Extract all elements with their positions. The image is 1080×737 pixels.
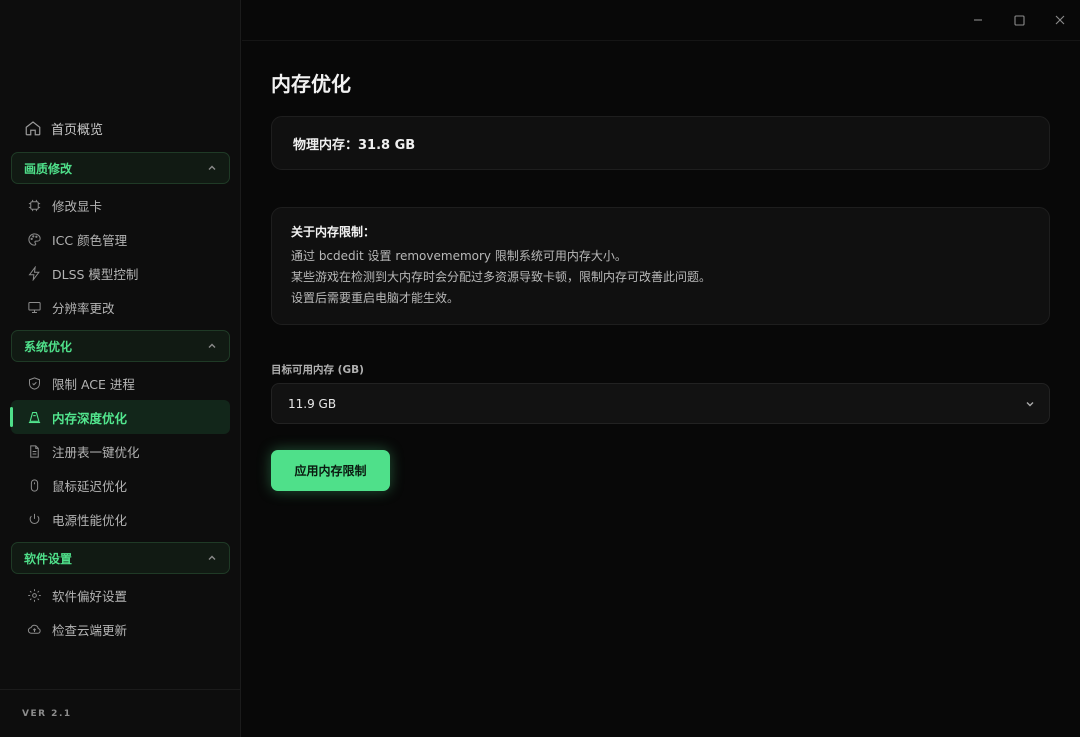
info-title: 关于内存限制： — [291, 225, 376, 239]
sidebar-item-label: 电源性能优化 — [52, 512, 128, 528]
group-label: 系统优化 — [24, 339, 73, 354]
version-label: VER 2.1 — [0, 689, 240, 737]
minimize-button[interactable] — [966, 8, 990, 32]
close-icon — [1055, 15, 1065, 25]
sidebar-item-icc-color[interactable]: ICC 颜色管理 — [11, 222, 230, 256]
chevron-up-icon — [208, 555, 216, 560]
mouse-icon — [30, 478, 39, 492]
chevron-up-icon — [208, 165, 216, 170]
sidebar-item-registry[interactable]: 注册表一键优化 — [11, 434, 230, 468]
home-icon — [25, 121, 41, 136]
sidebar-item-label: 注册表一键优化 — [52, 444, 140, 460]
select-value: 11.9 GB — [288, 396, 337, 411]
sidebar-item-label: 分辨率更改 — [52, 300, 115, 316]
group-header-settings[interactable]: 软件设置 — [11, 542, 230, 574]
sidebar-item-home[interactable]: 首页概览 — [0, 110, 241, 146]
chevron-up-icon — [208, 343, 216, 348]
sidebar-item-dlss[interactable]: DLSS 模型控制 — [11, 256, 230, 290]
sidebar-item-label: 内存深度优化 — [52, 410, 128, 426]
logo-area — [0, 0, 240, 100]
physical-memory-text: 物理内存：31.8 GB — [293, 137, 416, 153]
sidebar-item-label: 首页概览 — [51, 122, 104, 138]
sidebar-item-power[interactable]: 电源性能优化 — [11, 502, 230, 536]
power-icon — [29, 513, 40, 524]
window-titlebar — [242, 0, 1080, 41]
sidebar-item-resolution[interactable]: 分辨率更改 — [11, 290, 230, 324]
apply-memory-limit-button[interactable]: 应用内存限制 — [271, 450, 390, 491]
palette-icon — [28, 232, 41, 246]
info-line: 某些游戏在检测到大内存时会分配过多资源导致卡顿，限制内存可改善此问题。 — [291, 270, 712, 284]
shield-icon — [29, 376, 40, 390]
group-header-image-quality[interactable]: 画质修改 — [11, 152, 230, 184]
sidebar-item-label: 鼠标延迟优化 — [52, 478, 128, 494]
target-memory-label: 目标可用内存 (GB) — [271, 364, 364, 376]
chevron-down-icon — [1026, 401, 1034, 406]
group-label: 软件设置 — [24, 551, 73, 566]
sidebar-item-memory-optimize[interactable]: 内存深度优化 — [10, 400, 230, 434]
cloud-upload-icon — [27, 624, 41, 634]
sidebar-nav: 首页概览 画质修改 修改显卡 ICC 颜色管理 DLSS 模型控制 分辨率更改 … — [0, 110, 241, 646]
gear-icon — [28, 588, 41, 602]
target-memory-select[interactable]: 11.9 GB — [271, 383, 1050, 424]
sidebar-item-label: 修改显卡 — [52, 198, 103, 214]
sidebar-item-label: 限制 ACE 进程 — [52, 376, 135, 392]
minimize-icon — [974, 19, 982, 21]
monitor-icon — [28, 301, 41, 313]
sidebar-item-check-update[interactable]: 检查云端更新 — [11, 612, 230, 646]
maximize-icon — [1013, 14, 1025, 26]
group-label: 画质修改 — [24, 161, 73, 176]
page-title: 内存优化 — [271, 72, 351, 96]
sidebar-item-label: 检查云端更新 — [52, 622, 128, 638]
sidebar-item-label: ICC 颜色管理 — [52, 232, 128, 248]
sidebar-item-limit-ace[interactable]: 限制 ACE 进程 — [11, 366, 230, 400]
sidebar-item-label: 软件偏好设置 — [52, 588, 128, 604]
info-line: 设置后需要重启电脑才能生效。 — [291, 291, 460, 305]
memory-info-card: 物理内存：31.8 GB — [271, 116, 1050, 170]
close-button[interactable] — [1048, 8, 1072, 32]
sidebar-item-mouse-latency[interactable]: 鼠标延迟优化 — [11, 468, 230, 502]
chip-icon — [28, 199, 41, 211]
sidebar-item-label: DLSS 模型控制 — [52, 266, 139, 282]
sidebar-item-modify-gpu[interactable]: 修改显卡 — [11, 188, 230, 222]
lightning-icon — [28, 265, 40, 281]
memory-limit-info-card: 关于内存限制： 通过 bcdedit 设置 removememory 限制系统可… — [271, 207, 1050, 325]
memory-icon — [28, 411, 41, 423]
info-line: 通过 bcdedit 设置 removememory 限制系统可用内存大小。 — [291, 249, 627, 263]
sidebar: 首页概览 画质修改 修改显卡 ICC 颜色管理 DLSS 模型控制 分辨率更改 … — [0, 0, 241, 737]
group-header-system-optimize[interactable]: 系统优化 — [11, 330, 230, 362]
document-icon — [30, 444, 39, 458]
maximize-button[interactable] — [1007, 8, 1031, 32]
sidebar-item-preferences[interactable]: 软件偏好设置 — [11, 578, 230, 612]
